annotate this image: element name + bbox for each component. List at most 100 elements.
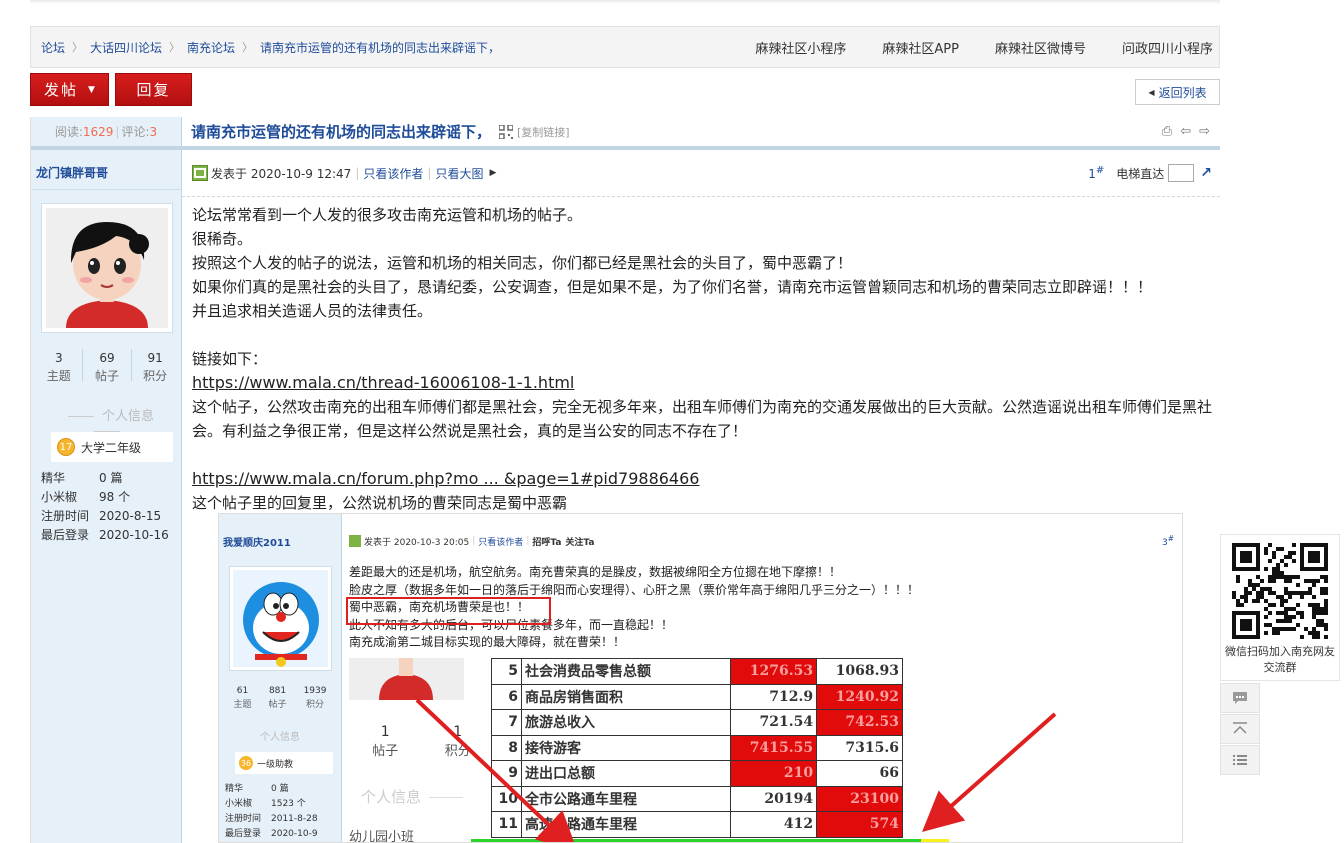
breadcrumb-chevron-icon: 〉: [242, 41, 254, 54]
content-paragraph: 这个帖子，公然攻击南充的出租车师傅们都是黑社会，完全无视多年来，出租车师傅们为南…: [192, 398, 1213, 440]
divider: |: [427, 166, 432, 180]
thread-link-1[interactable]: https://www.mala.cn/thread-16006108-1-1.…: [192, 373, 574, 392]
top-shadow: [30, 0, 1220, 4]
post-time: 发表于 2020-10-9 12:47: [211, 166, 352, 181]
views-count: 1629: [82, 124, 114, 139]
embedded-screenshot-image[interactable]: 我爱顺庆2011 61 主题 881 帖子 1939 积分 个人信息 36 一级…: [218, 513, 1183, 843]
profile-value: 0 篇: [99, 471, 123, 485]
chevron-down-icon: ▼: [88, 84, 95, 95]
stat-points[interactable]: 91 积分: [143, 349, 167, 385]
reply-button[interactable]: 回复: [115, 73, 192, 106]
profile-row: 精华 0 篇: [41, 469, 169, 488]
next-thread-icon[interactable]: ⇨: [1199, 124, 1210, 139]
qrcode-icon[interactable]: [499, 124, 514, 139]
content-paragraph: 论坛常常看到一个人发的很多攻击南充运管和机场的帖子。: [192, 206, 583, 224]
content-paragraph: 这个帖子里的回复里，公然说机场的曹荣同志是蜀中恶霸: [192, 494, 568, 512]
thread-link-2[interactable]: https://www.mala.cn/forum.php?mo ... &pa…: [192, 469, 699, 488]
profile-key: 精华: [41, 471, 66, 485]
avatar[interactable]: [41, 203, 173, 333]
floor-number[interactable]: 1#: [1088, 165, 1104, 181]
stat-threads[interactable]: 3 主题: [47, 349, 71, 385]
user-level: 17 大学二年级: [51, 432, 173, 462]
avatar-illustration: [46, 208, 168, 328]
back-to-list-label: 返回列表: [1158, 85, 1207, 100]
stat-label: 主题: [46, 369, 71, 383]
stat-value: 69: [99, 351, 115, 365]
content-paragraph: [192, 443, 1217, 467]
only-author-link[interactable]: 只看该作者: [363, 165, 423, 182]
prev-thread-icon[interactable]: ⇦: [1180, 124, 1191, 139]
triangle-left-icon: ◀: [1148, 87, 1155, 97]
qr-panel[interactable]: 微信扫码加入南充网友交流群: [1220, 534, 1340, 681]
breadcrumb-forum[interactable]: 论坛: [41, 39, 65, 56]
divider: |: [355, 166, 360, 180]
profile-key: 注册时间: [41, 509, 90, 523]
thread-stats: 阅读: 1629 | 评论: 3: [31, 117, 181, 150]
triangle-right-icon[interactable]: ▶: [489, 168, 496, 178]
qr-caption: 微信扫码加入南充网友交流群: [1225, 645, 1335, 674]
post-content: 论坛常常看到一个人发的很多攻击南充运管和机场的帖子。 很稀奇。 按照这个人发的帖…: [192, 203, 1217, 515]
breadcrumb-chevron-icon: 〉: [169, 41, 181, 54]
floor-value: 1: [1088, 167, 1096, 181]
link-wenzheng[interactable]: 问政四川小程序: [1122, 38, 1213, 57]
thread-title-bar: 请南充市运管的还有机场的同志出来辟谣下， [复制链接] ⎙ ⇦ ⇨: [182, 117, 1220, 150]
red-arrow-right: [922, 712, 1057, 832]
link-app[interactable]: 麻辣社区APP: [882, 38, 959, 57]
content-paragraph: 按照这个人发的帖子的说法，运管和机场的相关同志，你们都已经是黑社会的头目了，蜀中…: [192, 254, 853, 272]
post-button[interactable]: 发帖 ▼: [30, 73, 109, 106]
link-mini-program[interactable]: 麻辣社区小程序: [755, 38, 846, 57]
post-meta-right: 1# 电梯直达 ↗: [1088, 164, 1212, 182]
thread-title[interactable]: 请南充市运管的还有机场的同志出来辟谣下，: [191, 121, 491, 142]
post-meta: 发表于 2020-10-9 12:47 | 只看该作者 | 只看大图 ▶ 1# …: [182, 150, 1220, 197]
jump-go-icon[interactable]: ↗: [1200, 165, 1212, 181]
author-name-row: 龙门镇胖哥哥: [31, 150, 181, 190]
qrcode-icon: [1232, 543, 1328, 639]
comment-icon[interactable]: [1220, 683, 1260, 713]
stat-label: 帖子: [94, 369, 119, 383]
level-label: 大学二年级: [81, 440, 142, 455]
only-images-link[interactable]: 只看大图: [435, 165, 483, 182]
profile-row: 小米椒 98 个: [41, 488, 169, 507]
breadcrumb-bar: 论坛 〉 大话四川论坛 〉 南充论坛 〉 请南充市运管的还有机场的同志出来辟谣下…: [30, 26, 1220, 68]
content-paragraph: 如果你们真的是黑社会的头目了，恳请纪委，公安调查，但是如果不是，为了你们名誉，请…: [192, 278, 1153, 320]
profile-value: 2020-10-16: [99, 528, 169, 542]
back-to-top-icon[interactable]: [1220, 714, 1260, 744]
copy-link[interactable]: [复制链接]: [517, 124, 570, 140]
floor-mark: #: [1095, 165, 1105, 176]
stat-label: 积分: [143, 369, 168, 383]
elevator-label: 电梯直达: [1116, 166, 1165, 181]
breadcrumb-thread[interactable]: 请南充市运管的还有机场的同志出来辟谣下，: [260, 39, 500, 56]
online-status-icon: [192, 165, 208, 181]
breadcrumb-chevron-icon: 〉: [72, 41, 84, 54]
level-badge-icon: 17: [57, 438, 75, 456]
profile-key: 小米椒: [41, 490, 78, 504]
title-tools: ⎙ ⇦ ⇨: [1162, 124, 1210, 139]
breadcrumb-nanchong[interactable]: 南充论坛: [187, 39, 235, 56]
author-sidebar: 阅读: 1629 | 评论: 3 龙门镇胖哥哥 3 主题 69 帖子 91 积分…: [30, 117, 182, 843]
floor-jump-input[interactable]: [1168, 164, 1195, 182]
post-button-label: 发帖: [44, 81, 79, 99]
divider: [82, 349, 84, 381]
author-profile: 精华 0 篇 小米椒 98 个 注册时间 2020-8-15 最后登录 2020-10-…: [41, 469, 169, 545]
list-icon[interactable]: [1220, 745, 1260, 775]
breadcrumb: 论坛 〉 大话四川论坛 〉 南充论坛 〉 请南充市运管的还有机场的同志出来辟谣下…: [31, 39, 500, 56]
profile-value: 98 个: [99, 490, 131, 504]
author-name[interactable]: 龙门镇胖哥哥: [36, 166, 108, 180]
stat-posts[interactable]: 69 帖子: [95, 349, 119, 385]
print-icon[interactable]: ⎙: [1162, 124, 1172, 139]
content-paragraph: 很稀奇。: [192, 230, 253, 248]
content-paragraph: [192, 323, 1217, 347]
profile-key: 最后登录: [41, 528, 90, 542]
profile-row: 注册时间 2020-8-15: [41, 507, 169, 526]
breadcrumb-sichuan[interactable]: 大话四川论坛: [90, 39, 162, 56]
author-stats: 3 主题 69 帖子 91 积分: [41, 349, 173, 385]
back-to-list-button[interactable]: ◀ 返回列表: [1135, 79, 1220, 105]
views-label: 阅读:: [54, 125, 83, 139]
red-arrow-left: [415, 698, 578, 842]
divider: [130, 349, 132, 381]
profile-value: 2020-8-15: [99, 509, 162, 523]
reply-button-label: 回复: [136, 81, 171, 99]
content-paragraph: 链接如下：: [192, 350, 268, 368]
profile-row: 最后登录 2020-10-16: [41, 526, 169, 545]
link-weibo[interactable]: 麻辣社区微博号: [995, 38, 1086, 57]
